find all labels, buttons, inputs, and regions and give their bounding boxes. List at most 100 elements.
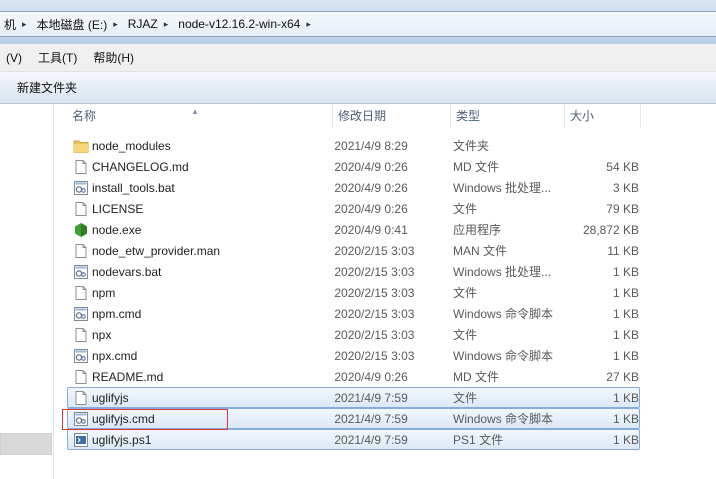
file-row[interactable]: install_tools.bat 2020/4/9 0:26 Windows 批处… [67,177,640,198]
file-size: 54 KB [606,159,639,174]
file-name: node.exe [92,222,142,237]
column-header-size[interactable]: 大小 [565,104,641,128]
file-type: Windows 命令脚本 [453,349,554,363]
file-icon [73,369,89,385]
file-modified-date: 2020/2/15 3:03 [334,348,415,363]
sort-ascending-icon: ▲ [191,107,199,116]
file-row[interactable]: CHANGELOG.md 2020/4/9 0:26 MD 文件 54 KB [67,156,640,177]
column-header-type[interactable]: 类型 [451,104,565,128]
file-row[interactable]: npm.cmd 2020/2/15 3:03 Windows 命令脚本 1 KB [67,303,640,324]
file-icon [73,159,89,175]
script-icon [73,180,89,196]
menu-item[interactable]: 工具(T) [32,49,87,66]
file-type: Windows 批处理... [453,265,552,279]
file-modified-date: 2020/4/9 0:26 [334,159,408,174]
breadcrumb-label: 本地磁盘 (E:) [36,17,108,32]
file-type: PS1 文件 [453,433,504,447]
file-row[interactable]: npx.cmd 2020/2/15 3:03 Windows 命令脚本 1 KB [67,345,640,366]
menu-bar: (V) 工具(T) 帮助(H) [0,44,716,72]
column-header-name[interactable]: 名称 ▲ [67,104,333,128]
breadcrumb-label: node-v12.16.2-win-x64 [178,17,301,31]
breadcrumb-item[interactable]: RJAZ ▸ [124,11,175,37]
breadcrumb-chevron-icon[interactable]: ▸ [304,19,317,30]
file-icon [73,243,89,259]
node-icon [73,222,89,238]
file-type: 文件 [453,391,478,405]
file-size: 1 KB [612,285,639,300]
breadcrumb-chevron-icon[interactable]: ▸ [20,19,33,30]
file-name: npx [92,327,112,342]
file-modified-date: 2020/4/9 0:26 [334,369,408,384]
breadcrumb-chevron-icon[interactable]: ▸ [162,19,175,30]
file-icon [73,285,89,301]
file-modified-date: 2021/4/9 8:29 [334,138,408,153]
file-size: 1 KB [612,264,639,279]
file-type: 文件 [453,328,478,342]
file-size: 1 KB [612,411,639,426]
file-row[interactable]: npx 2020/2/15 3:03 文件 1 KB [67,324,640,345]
file-row[interactable]: node.exe 2020/4/9 0:41 应用程序 28,872 KB [67,219,640,240]
file-icon [73,201,89,217]
breadcrumb-item[interactable]: 本地磁盘 (E:) ▸ [33,11,124,37]
file-type: 文件夹 [453,139,490,153]
breadcrumb-item[interactable]: node-v12.16.2-win-x64 ▸ [174,11,317,37]
file-row[interactable]: LICENSE 2020/4/9 0:26 文件 79 KB [67,198,640,219]
folder-icon [73,138,89,154]
file-size: 1 KB [612,306,639,321]
breadcrumb-label: RJAZ [127,17,158,31]
file-modified-date: 2020/4/9 0:26 [334,180,408,195]
file-type: 文件 [453,202,478,216]
file-row[interactable]: nodevars.bat 2020/2/15 3:03 Windows 批处理...… [67,261,640,282]
file-row[interactable]: node_etw_provider.man 2020/2/15 3:03 MAN 文… [67,240,640,261]
file-modified-date: 2020/4/9 0:41 [334,222,408,237]
file-row[interactable]: uglifyjs.ps1 2021/4/9 7:59 PS1 文件 1 KB [67,429,640,450]
file-row[interactable]: uglifyjs 2021/4/9 7:59 文件 1 KB [67,387,640,408]
file-icon [73,327,89,343]
file-type: Windows 命令脚本 [453,412,554,426]
breadcrumb-chevron-icon[interactable]: ▸ [111,19,124,30]
file-type: MD 文件 [453,370,500,384]
file-name: LICENSE [92,201,144,216]
menu-item[interactable]: (V) [0,51,32,65]
file-type: 应用程序 [453,223,502,237]
file-size: 28,872 KB [582,222,639,237]
file-modified-date: 2020/2/15 3:03 [334,264,415,279]
script-icon [73,306,89,322]
file-list: 名称 ▲ 修改日期 类型 大小 node_modules 2021/4/9 8:2… [54,104,716,479]
column-header-row: 名称 ▲ 修改日期 类型 大小 [67,104,647,128]
nav-selected-item[interactable] [0,433,52,455]
file-name: uglifyjs [92,390,129,405]
file-name: npm.cmd [92,306,142,321]
file-modified-date: 2021/4/9 7:59 [334,411,408,426]
file-row[interactable]: README.md 2020/4/9 0:26 MD 文件 27 KB [67,366,640,387]
file-size: 3 KB [612,180,639,195]
file-type: Windows 命令脚本 [453,307,554,321]
column-header-date[interactable]: 修改日期 [333,104,451,128]
file-row[interactable]: npm 2020/2/15 3:03 文件 1 KB [67,282,640,303]
file-type: Windows 批处理... [453,181,552,195]
file-name: CHANGELOG.md [92,159,189,174]
file-size: 79 KB [606,201,639,216]
file-name: nodevars.bat [92,264,162,279]
file-size: 1 KB [612,327,639,342]
breadcrumb-item[interactable]: 机 ▸ [0,11,33,37]
script-icon [73,348,89,364]
file-name: install_tools.bat [92,180,175,195]
file-icon [73,390,89,406]
file-row[interactable]: node_modules 2021/4/9 8:29 文件夹 [67,135,640,156]
file-size: 1 KB [612,432,639,447]
script-icon [73,264,89,280]
file-name: README.md [92,369,164,384]
file-size: 1 KB [612,348,639,363]
navigation-pane[interactable] [0,104,54,479]
address-breadcrumb[interactable]: 机 ▸ 本地磁盘 (E:) ▸ RJAZ ▸ node-v12.16.2-win-x64 ▸ [0,11,716,37]
file-modified-date: 2020/2/15 3:03 [334,243,415,258]
toolbar: 新建文件夹 [0,72,716,104]
new-folder-button[interactable]: 新建文件夹 [9,76,85,100]
file-modified-date: 2021/4/9 7:59 [334,432,408,447]
file-name: node_modules [92,138,171,153]
file-name: uglifyjs.ps1 [92,432,152,447]
menu-item[interactable]: 帮助(H) [87,49,144,66]
ps-script-icon [73,432,89,448]
column-header-name-label: 名称 [72,109,97,123]
